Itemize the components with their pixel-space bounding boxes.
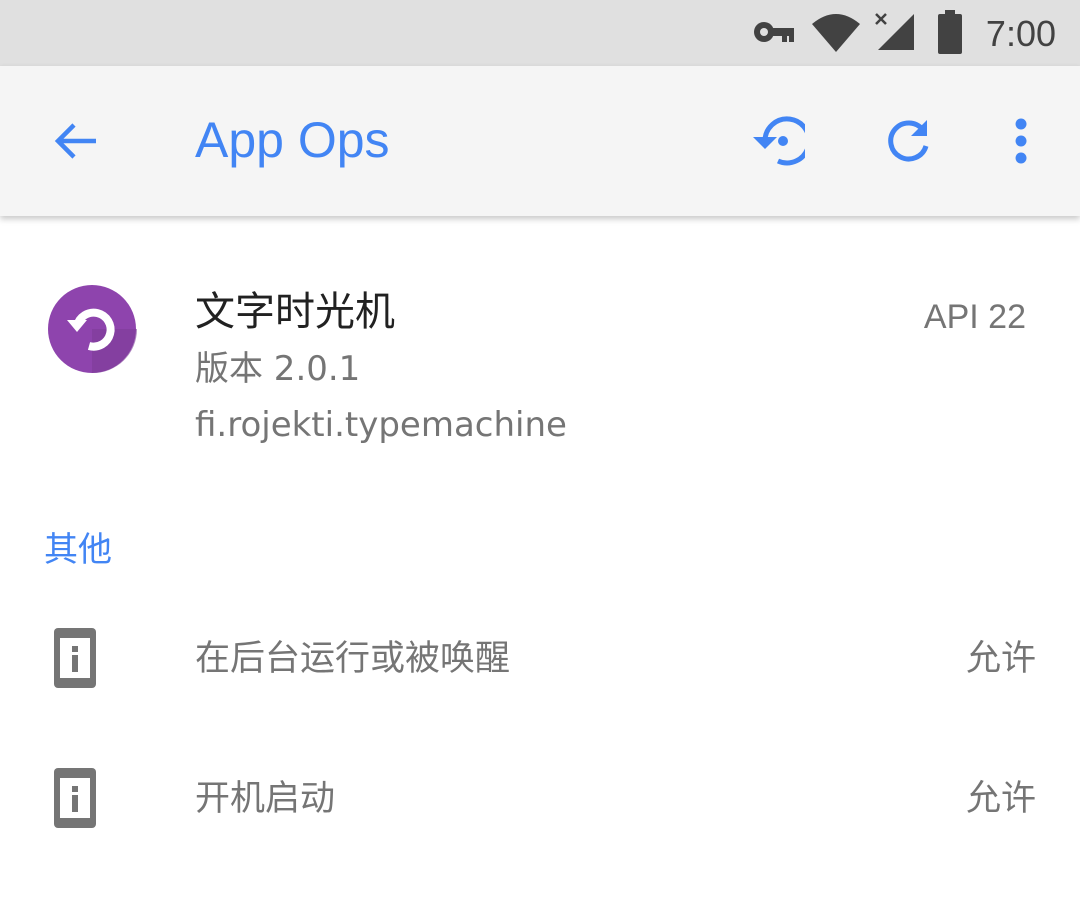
battery-icon	[936, 10, 964, 58]
refresh-icon	[888, 120, 929, 162]
restore-history-icon	[753, 116, 805, 166]
app-version: 版本 2.0.1	[195, 349, 361, 389]
status-time: 7:00	[985, 13, 1056, 54]
app-header: 文字时光机 版本 2.0.1 fi.rojekti.typemachine AP…	[0, 216, 1080, 506]
back-button[interactable]	[36, 101, 116, 181]
refresh-button[interactable]	[868, 101, 948, 181]
info-device-icon	[54, 628, 96, 688]
permission-mode[interactable]: 允许	[966, 636, 1036, 682]
more-options-button[interactable]	[981, 101, 1061, 181]
app-package-name: fi.rojekti.typemachine	[195, 405, 567, 445]
back-arrow-icon	[54, 123, 96, 159]
api-level: API 22	[923, 298, 1026, 336]
cell-signal-no-data-icon	[874, 12, 914, 56]
info-device-icon	[54, 768, 96, 828]
section-header-other: 其他	[44, 530, 112, 570]
more-vert-icon	[1015, 118, 1027, 164]
permission-row[interactable]: 在后台运行或被唤醒 允许	[0, 590, 1080, 730]
permission-label: 开机启动	[195, 779, 336, 819]
app-name: 文字时光机	[195, 289, 395, 335]
permission-row[interactable]: 开机启动 允许	[0, 730, 1080, 870]
permission-mode[interactable]: 允许	[966, 776, 1036, 822]
vpn-key-icon	[752, 18, 796, 50]
page-title: App Ops	[195, 112, 390, 168]
status-bar: 7:00	[0, 0, 1080, 66]
permission-label: 在后台运行或被唤醒	[195, 639, 511, 679]
wifi-icon	[812, 12, 860, 56]
app-bar: App Ops	[0, 66, 1080, 216]
app-logo-icon	[48, 285, 137, 374]
restore-button[interactable]	[736, 101, 816, 181]
